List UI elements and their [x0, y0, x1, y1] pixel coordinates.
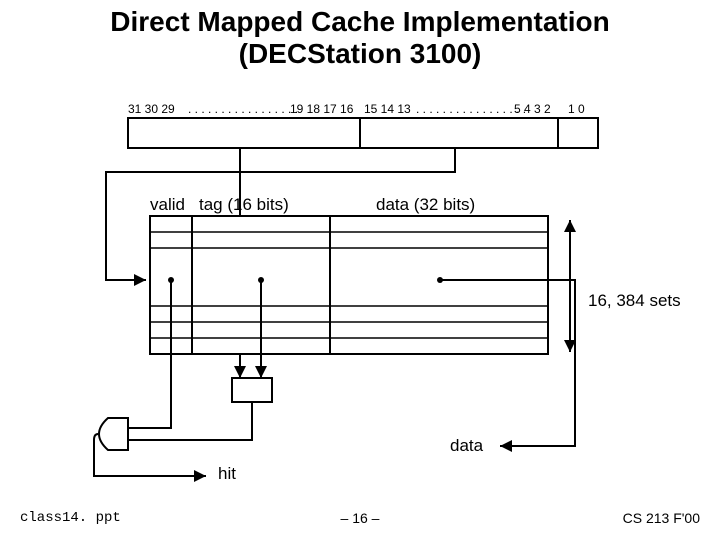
field-byte-offset: byte offset: [560, 118, 600, 143]
field-set: set: [442, 126, 466, 147]
bit-dots-2: . . . . . . . . . . . . . . . . .: [416, 102, 526, 116]
diagram-canvas: [0, 0, 720, 540]
page-title: Direct Mapped Cache Implementation (DECS…: [0, 0, 720, 70]
equals-icon: =: [236, 378, 268, 399]
valid-tap-dot: [168, 277, 174, 283]
bit-label-low1: 5 4 3 2: [514, 102, 551, 116]
title-line-1: Direct Mapped Cache Implementation: [110, 6, 609, 37]
data-tap-dot: [437, 277, 443, 283]
field-tag: tag: [218, 126, 243, 147]
footer-course: CS 213 F'00: [623, 510, 700, 526]
sets-count: 16, 384 sets: [588, 291, 681, 311]
valid-line: [128, 280, 171, 428]
footer-page: – 16 –: [0, 510, 720, 526]
bit-dots-1: . . . . . . . . . . . . . . . . .: [188, 102, 298, 116]
cmp-out-line: [128, 402, 252, 440]
data-line: [440, 280, 575, 446]
hdr-valid: valid: [150, 195, 185, 215]
and-gate-icon: [99, 418, 128, 450]
cache-table: [150, 216, 548, 354]
hdr-tag: tag (16 bits): [199, 195, 289, 215]
title-line-2: (DECStation 3100): [239, 38, 482, 69]
hit-label: hit: [218, 464, 236, 484]
bit-label-mid1: 19 18 17 16: [290, 102, 353, 116]
bit-label-low2: 1 0: [568, 102, 585, 116]
tag-tap-dot: [258, 277, 264, 283]
bit-label-mid2: 15 14 13: [364, 102, 411, 116]
bit-label-hi: 31 30 29: [128, 102, 175, 116]
data-out-label: data: [450, 436, 483, 456]
hdr-data: data (32 bits): [376, 195, 475, 215]
hit-line: [94, 434, 206, 476]
address-box: [128, 118, 598, 148]
